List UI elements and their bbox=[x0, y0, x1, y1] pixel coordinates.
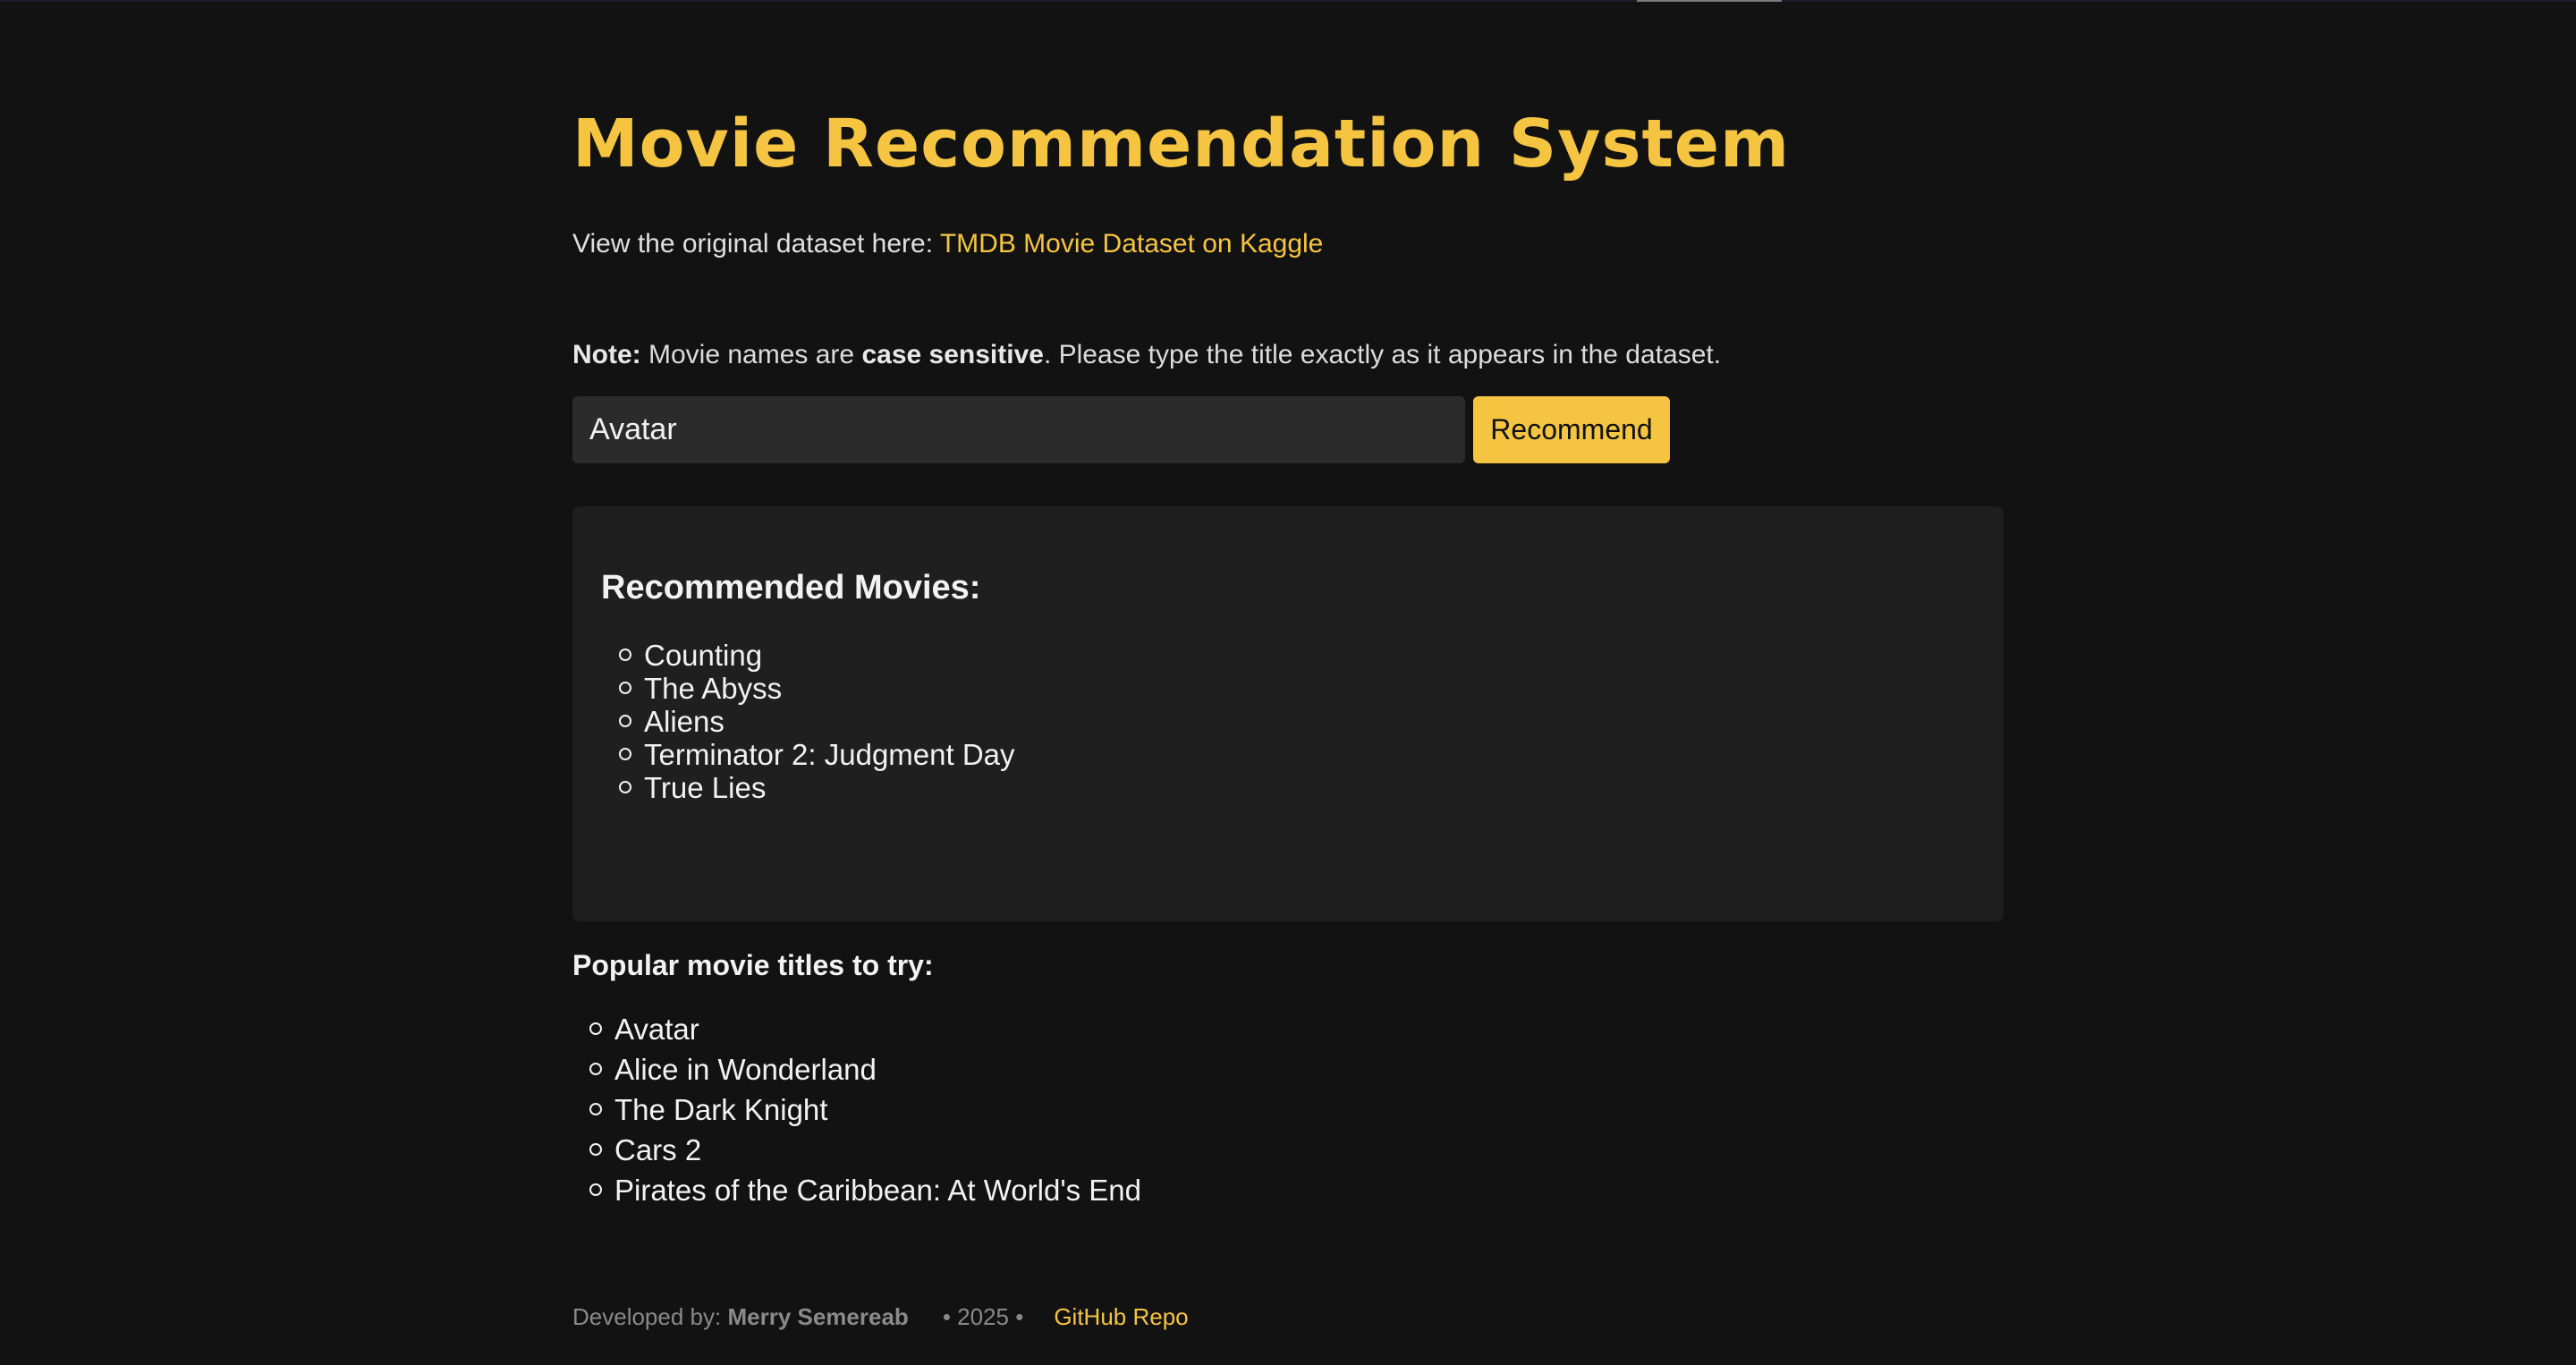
list-item-label: True Lies bbox=[644, 771, 767, 804]
dataset-link[interactable]: TMDB Movie Dataset on Kaggle bbox=[940, 229, 1324, 259]
note-text-a: Movie names are bbox=[648, 340, 855, 369]
list-item: Aliens bbox=[619, 705, 1015, 738]
bullet-icon bbox=[619, 682, 631, 695]
results-heading: Recommended Movies: bbox=[601, 569, 981, 606]
list-item: The Abyss bbox=[619, 672, 1015, 705]
results-panel: Recommended Movies: Counting The Abyss A… bbox=[572, 506, 2004, 921]
list-item: Counting bbox=[619, 639, 1015, 672]
footer: Developed by: Merry Semereab • 2025 • GitH… bbox=[572, 1303, 1189, 1331]
recommend-button[interactable]: Recommend bbox=[1473, 396, 1670, 463]
note-label: Note: bbox=[572, 340, 641, 369]
list-item-label: The Abyss bbox=[644, 672, 783, 705]
bullet-icon bbox=[619, 748, 631, 761]
bullet-icon bbox=[589, 1022, 602, 1036]
bullet-icon bbox=[589, 1063, 602, 1076]
github-repo-link[interactable]: GitHub Repo bbox=[1054, 1303, 1188, 1330]
bullet-icon bbox=[589, 1143, 602, 1157]
footer-dev-name: Merry Semereab bbox=[727, 1303, 909, 1330]
popular-heading: Popular movie titles to try: bbox=[572, 949, 934, 981]
list-item: Terminator 2: Judgment Day bbox=[619, 738, 1015, 771]
dataset-prefix: View the original dataset here: bbox=[572, 229, 934, 259]
list-item-label: Aliens bbox=[644, 705, 724, 738]
top-border bbox=[0, 0, 2576, 2]
scroll-indicator bbox=[1637, 0, 1782, 2]
list-item-label: Alice in Wonderland bbox=[614, 1053, 877, 1086]
dataset-line: View the original dataset here: TMDB Mov… bbox=[572, 229, 1323, 259]
bullet-icon bbox=[619, 649, 631, 662]
list-item-label: Terminator 2: Judgment Day bbox=[644, 738, 1015, 771]
recommended-list: Counting The Abyss Aliens Terminator 2: … bbox=[619, 639, 1015, 804]
list-item-label: The Dark Knight bbox=[614, 1093, 828, 1126]
movie-search-input[interactable] bbox=[572, 396, 1465, 463]
list-item-label: Cars 2 bbox=[614, 1133, 702, 1166]
bullet-icon bbox=[619, 715, 631, 728]
footer-year: • 2025 • bbox=[942, 1303, 1024, 1330]
list-item: Avatar bbox=[589, 1009, 1141, 1049]
list-item-label: Pirates of the Caribbean: At World's End bbox=[614, 1174, 1142, 1207]
note-emphasis: case sensitive bbox=[861, 340, 1044, 369]
case-note: Note: Movie names are case sensitive. Pl… bbox=[572, 340, 1721, 370]
bullet-icon bbox=[589, 1183, 602, 1197]
list-item-label: Counting bbox=[644, 639, 763, 672]
bullet-icon bbox=[589, 1103, 602, 1116]
bullet-icon bbox=[619, 781, 631, 794]
list-item-label: Avatar bbox=[614, 1013, 699, 1046]
footer-dev-prefix: Developed by: bbox=[572, 1303, 722, 1330]
popular-list: Avatar Alice in Wonderland The Dark Knig… bbox=[589, 1009, 1141, 1210]
page-title: Movie Recommendation System bbox=[572, 106, 1791, 182]
list-item: True Lies bbox=[619, 771, 1015, 804]
note-text-b: . Please type the title exactly as it ap… bbox=[1043, 340, 1722, 369]
list-item: Pirates of the Caribbean: At World's End bbox=[589, 1170, 1141, 1210]
list-item: The Dark Knight bbox=[589, 1089, 1141, 1130]
list-item: Alice in Wonderland bbox=[589, 1049, 1141, 1089]
list-item: Cars 2 bbox=[589, 1130, 1141, 1170]
